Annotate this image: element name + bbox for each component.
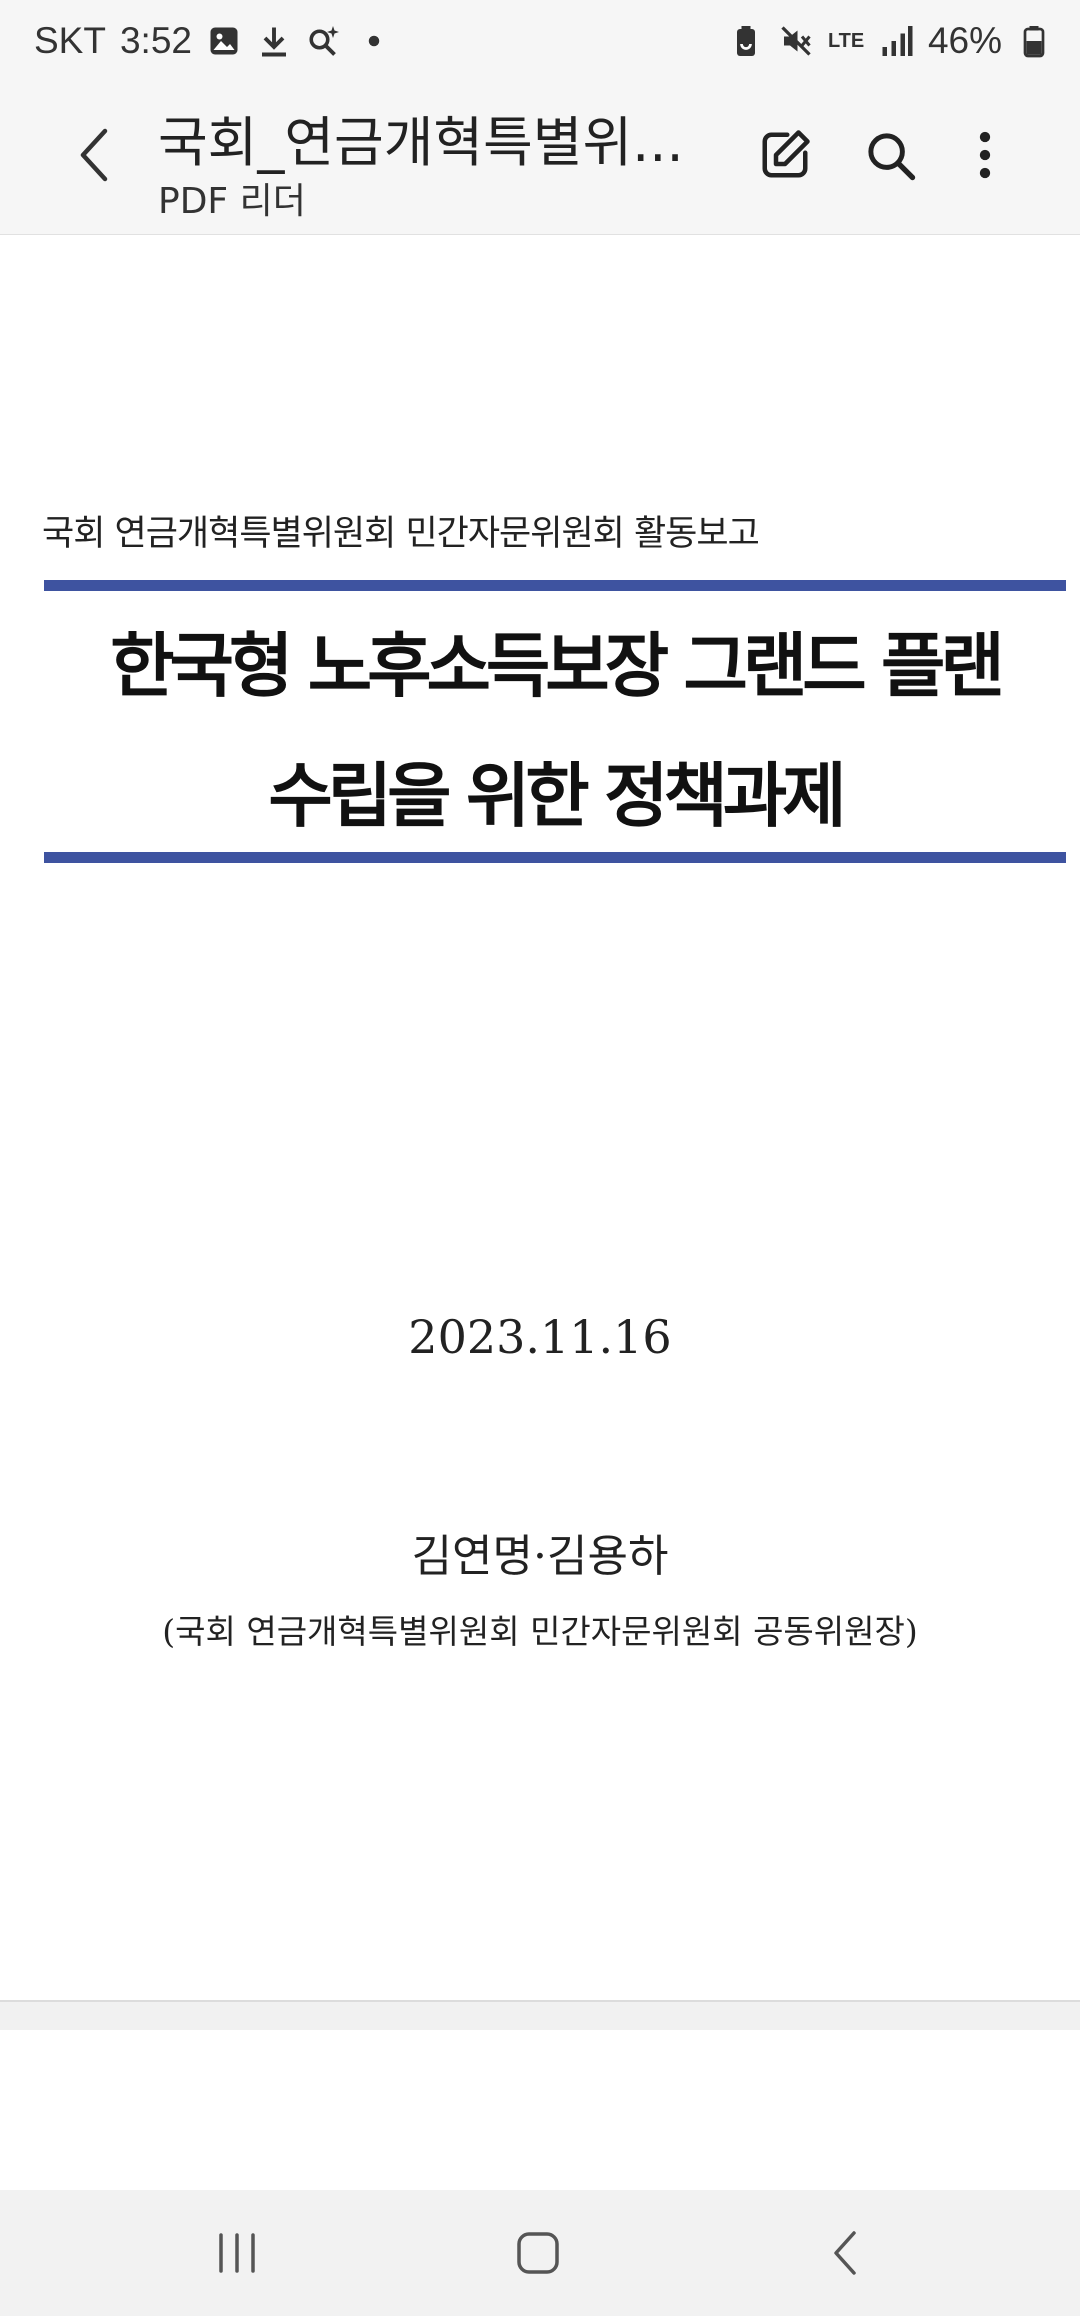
home-button[interactable]	[493, 2218, 583, 2288]
document-title: 국회_연금개혁특별위...	[158, 111, 684, 174]
document-affiliation: (국회 연금개혁특별위원회 민간자문위원회 공동위원장)	[162, 1612, 918, 1651]
edit-button[interactable]	[750, 120, 820, 190]
pdf-page[interactable]: 국회 연금개혁특별위원회 민간자문위원회 활동보고 한국형 노후소득보장 그랜드…	[0, 235, 1080, 2000]
edit-icon	[762, 130, 810, 178]
battery-percent: 46%	[927, 20, 1002, 61]
document-date: 2023.11.16	[408, 1310, 672, 1364]
chevron-left-icon	[80, 128, 108, 182]
status-bar: SKT 3:52 LTE 46%	[0, 0, 1080, 80]
home-icon	[517, 2232, 559, 2274]
title-rule-top	[44, 580, 1066, 591]
mute-icon	[781, 26, 811, 56]
back-icon	[834, 2231, 856, 2275]
search-sparkle-icon	[309, 26, 339, 56]
more-options-icon	[979, 131, 991, 179]
download-icon	[261, 27, 286, 57]
time: 3:52	[119, 20, 192, 61]
app-bar: 국회_연금개혁특별위... PDF 리더	[0, 80, 1080, 235]
carrier: SKT	[34, 20, 106, 61]
dot-icon	[368, 35, 380, 47]
search-button[interactable]	[855, 120, 925, 190]
battery-icon	[1023, 26, 1045, 58]
app-subtitle: PDF 리더	[158, 181, 306, 222]
document-main-title-line2: 수립을 위한 정책과제	[268, 755, 846, 837]
battery-saver-icon	[736, 26, 755, 56]
document-main-title-line1: 한국형 노후소득보장 그랜드 플랜	[110, 625, 1005, 707]
lte-label: LTE	[827, 30, 865, 52]
title-rule-bottom	[44, 852, 1066, 863]
report-label: 국회 연금개혁특별위원회 민간자문위원회 활동보고	[42, 514, 760, 554]
signal-icon	[882, 26, 913, 56]
more-options-button[interactable]	[950, 120, 1020, 190]
document-authors: 김연명·김용하	[411, 1531, 669, 1582]
back-button[interactable]	[60, 120, 130, 190]
recent-apps-icon	[219, 2233, 255, 2273]
nav-back-button[interactable]	[800, 2218, 890, 2288]
search-icon	[868, 133, 916, 181]
recent-apps-button[interactable]	[192, 2218, 282, 2288]
page-separator	[0, 2000, 1080, 2032]
navigation-bar	[0, 2190, 1080, 2316]
gallery-icon	[210, 27, 238, 55]
next-pdf-page[interactable]	[0, 2030, 1080, 2190]
